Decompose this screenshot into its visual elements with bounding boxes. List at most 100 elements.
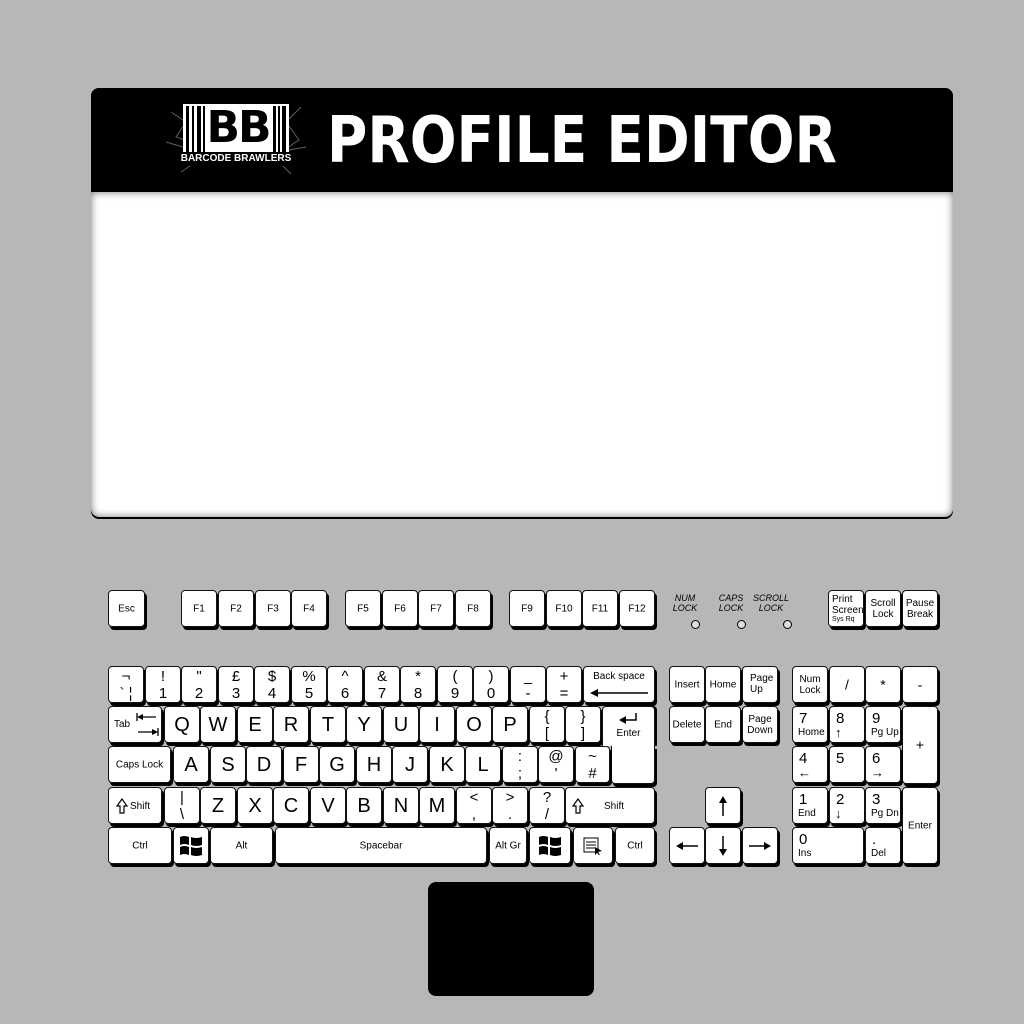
- key-comma[interactable]: <,: [456, 787, 492, 824]
- key-s[interactable]: S: [210, 746, 246, 783]
- key-g[interactable]: G: [319, 746, 355, 783]
- key-insert[interactable]: Insert: [669, 666, 705, 703]
- key-np-4[interactable]: 4 ←: [792, 746, 828, 783]
- key-minus[interactable]: _ -: [510, 666, 546, 703]
- key-windows-left[interactable]: [173, 827, 209, 864]
- key-arrow-left[interactable]: [669, 827, 705, 864]
- key-arrow-right[interactable]: [742, 827, 778, 864]
- key-0[interactable]: ) 0: [473, 666, 509, 703]
- key-np-6[interactable]: 6 →: [865, 746, 901, 783]
- key-p[interactable]: P: [492, 706, 528, 743]
- key-np-multiply[interactable]: *: [865, 666, 901, 703]
- key-page-up[interactable]: Page Up: [742, 666, 778, 703]
- key-7[interactable]: & 7: [364, 666, 400, 703]
- key-f11[interactable]: F11: [582, 590, 618, 627]
- key-scroll-lock[interactable]: Scroll Lock: [865, 590, 901, 627]
- key-n[interactable]: N: [383, 787, 419, 824]
- key-np-5[interactable]: 5: [829, 746, 865, 783]
- key-semicolon[interactable]: :;: [502, 746, 538, 783]
- key-np-0[interactable]: 0 Ins: [792, 827, 864, 864]
- key-w[interactable]: W: [200, 706, 236, 743]
- key-arrow-down[interactable]: [705, 827, 741, 864]
- key-t[interactable]: T: [310, 706, 346, 743]
- key-windows-right[interactable]: [529, 827, 571, 864]
- key-b[interactable]: B: [346, 787, 382, 824]
- key-a[interactable]: A: [173, 746, 209, 783]
- enter-key-lower[interactable]: [611, 746, 655, 784]
- key-5[interactable]: % 5: [291, 666, 327, 703]
- key-f1[interactable]: F1: [181, 590, 217, 627]
- key-np-enter[interactable]: Enter: [902, 787, 938, 864]
- key-x[interactable]: X: [237, 787, 273, 824]
- key-period[interactable]: >.: [492, 787, 528, 824]
- key-bracket-close[interactable]: }]: [565, 706, 601, 743]
- key-h[interactable]: H: [356, 746, 392, 783]
- key-f6[interactable]: F6: [382, 590, 418, 627]
- key-e[interactable]: E: [237, 706, 273, 743]
- key-f[interactable]: F: [283, 746, 319, 783]
- key-q[interactable]: Q: [164, 706, 200, 743]
- key-u[interactable]: U: [383, 706, 419, 743]
- key-f12[interactable]: F12: [619, 590, 655, 627]
- key-bracket-open[interactable]: {[: [529, 706, 565, 743]
- key-np-2[interactable]: 2 ↓: [829, 787, 865, 824]
- key-home[interactable]: Home: [705, 666, 741, 703]
- key-alt-gr[interactable]: Alt Gr: [489, 827, 527, 864]
- key-c[interactable]: C: [273, 787, 309, 824]
- key-j[interactable]: J: [392, 746, 428, 783]
- key-pause[interactable]: Pause Break: [902, 590, 938, 627]
- key-arrow-up[interactable]: [705, 787, 741, 824]
- key-caps-lock[interactable]: Caps Lock: [108, 746, 171, 783]
- key-at[interactable]: @ ': [538, 746, 574, 783]
- key-k[interactable]: K: [429, 746, 465, 783]
- key-m[interactable]: M: [419, 787, 455, 824]
- key-hash[interactable]: ~ #: [575, 746, 610, 783]
- key-np-9[interactable]: 9 Pg Up: [865, 706, 901, 743]
- key-np-3[interactable]: 3 Pg Dn: [865, 787, 901, 824]
- key-9[interactable]: (9: [437, 666, 473, 703]
- key-d[interactable]: D: [246, 746, 282, 783]
- key-f4[interactable]: F4: [291, 590, 327, 627]
- key-end[interactable]: End: [705, 706, 741, 743]
- key-z[interactable]: Z: [200, 787, 236, 824]
- key-f2[interactable]: F2: [218, 590, 254, 627]
- key-num-lock[interactable]: Num Lock: [792, 666, 828, 703]
- key-shift-left[interactable]: Shift: [108, 787, 162, 824]
- key-backtick[interactable]: ¬ ` ¦: [108, 666, 144, 703]
- key-l[interactable]: L: [465, 746, 501, 783]
- key-o[interactable]: O: [456, 706, 492, 743]
- key-f10[interactable]: F10: [546, 590, 582, 627]
- key-print-screen[interactable]: Print Screen Sys Rq: [828, 590, 864, 627]
- key-np-decimal[interactable]: . Del: [865, 827, 901, 864]
- key-1[interactable]: ! 1: [145, 666, 181, 703]
- touchpad[interactable]: [428, 882, 594, 996]
- key-backspace[interactable]: Back space: [583, 666, 655, 703]
- key-f5[interactable]: F5: [345, 590, 381, 627]
- key-np-8[interactable]: 8 ↑: [829, 706, 865, 743]
- key-3[interactable]: £3: [218, 666, 254, 703]
- key-delete[interactable]: Delete: [669, 706, 705, 743]
- key-ctrl-right[interactable]: Ctrl: [615, 827, 655, 864]
- key-alt[interactable]: Alt: [210, 827, 273, 864]
- key-4[interactable]: $4: [254, 666, 290, 703]
- key-np-7[interactable]: 7 Home: [792, 706, 828, 743]
- key-enter[interactable]: Enter: [602, 706, 655, 746]
- key-f7[interactable]: F7: [418, 590, 454, 627]
- key-tab[interactable]: Tab: [108, 706, 162, 743]
- key-f3[interactable]: F3: [255, 590, 291, 627]
- key-np-plus[interactable]: +: [902, 706, 938, 784]
- key-f8[interactable]: F8: [455, 590, 491, 627]
- key-backslash[interactable]: | \: [164, 787, 200, 824]
- key-slash[interactable]: ? /: [529, 787, 565, 824]
- key-equals[interactable]: + =: [546, 666, 582, 703]
- key-2[interactable]: " 2: [181, 666, 217, 703]
- key-r[interactable]: R: [273, 706, 309, 743]
- key-ctrl-left[interactable]: Ctrl: [108, 827, 172, 864]
- key-esc[interactable]: Esc: [108, 590, 145, 627]
- key-v[interactable]: V: [310, 787, 346, 824]
- key-menu[interactable]: [573, 827, 613, 864]
- key-np-1[interactable]: 1 End: [792, 787, 828, 824]
- key-i[interactable]: I: [419, 706, 455, 743]
- key-np-minus[interactable]: -: [902, 666, 938, 703]
- key-6[interactable]: ^ 6: [327, 666, 363, 703]
